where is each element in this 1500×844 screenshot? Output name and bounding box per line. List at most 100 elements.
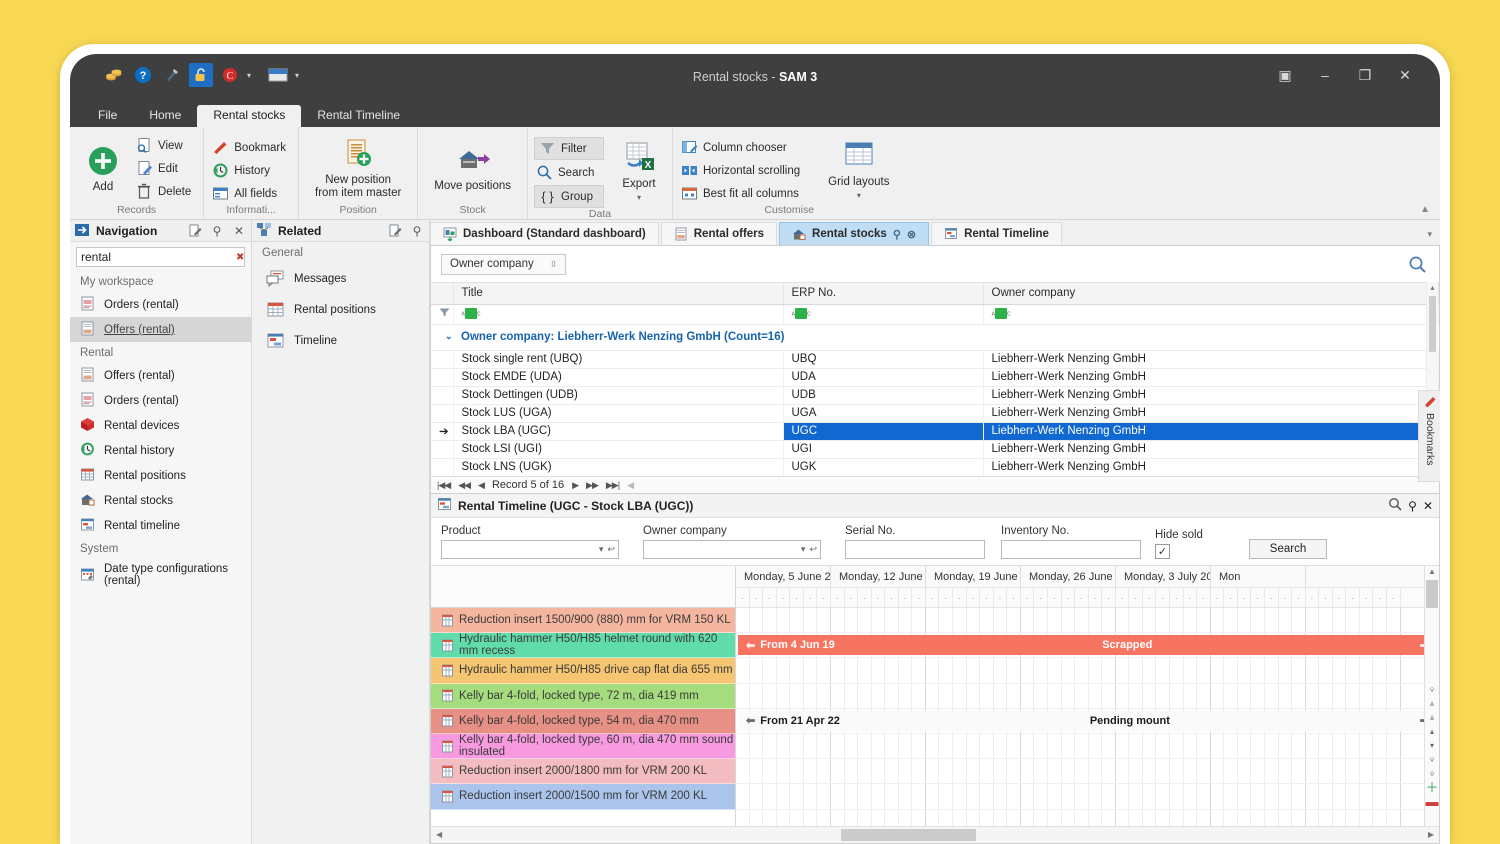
grid-group-row[interactable]: ⌄ Owner company: Liebherr-Werk Nenzing G… xyxy=(431,324,1439,350)
tab-overflow-icon[interactable]: ▾ xyxy=(1427,229,1432,240)
related-item-rental-positions[interactable]: Rental positions xyxy=(252,294,429,325)
hide-sold-checkbox[interactable]: ✓ xyxy=(1155,544,1170,559)
scroll-thumb[interactable] xyxy=(841,829,976,841)
table-row[interactable]: Stock LNS (UGK) UGK Liebherr-Werk Nenzin… xyxy=(431,458,1439,476)
timeline-pin-icon[interactable]: ⚲ xyxy=(1408,499,1417,513)
scroll-left-icon[interactable]: ◀ xyxy=(436,830,442,839)
last-record-icon[interactable]: ▶▶| xyxy=(606,480,619,491)
sidebar-item-orders-rental[interactable]: Orders (rental) xyxy=(70,388,251,413)
delete-button[interactable]: Delete xyxy=(134,181,197,202)
export-button[interactable]: X Export ▾ xyxy=(612,140,666,205)
sidebar-item-rental-devices[interactable]: Rental devices xyxy=(70,413,251,438)
sort-asc-icon[interactable]: ⇳ xyxy=(550,259,558,270)
tab-rental-stocks[interactable]: Rental stocks ⚲ ⊗ xyxy=(779,222,929,245)
list-item[interactable]: Kelly bar 4-fold, locked type, 54 m, dia… xyxy=(431,709,735,734)
grid-col-owner[interactable]: Owner company xyxy=(983,283,1439,304)
tab-rental-timeline[interactable]: Rental Timeline xyxy=(931,222,1062,245)
horizontal-scrolling-button[interactable]: Horizontal scrolling xyxy=(679,160,806,181)
new-position-from-item-master-button[interactable]: New position from item master xyxy=(305,136,411,201)
edit-button[interactable]: Edit xyxy=(134,158,197,179)
list-item[interactable]: Kelly bar 4-fold, locked type, 60 m, dia… xyxy=(431,734,735,759)
serial-no-input[interactable] xyxy=(845,540,985,559)
tab-rental-offers[interactable]: Rental offers xyxy=(661,222,777,245)
grid-col-title[interactable]: Title xyxy=(453,283,783,304)
zoom-out-icon[interactable]: ▬ xyxy=(1426,798,1439,806)
ribbon-tab-home[interactable]: Home xyxy=(133,105,197,127)
timeline-close-icon[interactable]: ✕ xyxy=(1423,499,1433,513)
timeline-search-icon[interactable] xyxy=(1388,497,1402,514)
chevron-down-icon[interactable]: ▾ xyxy=(801,544,806,555)
filter-cell-erp[interactable]: ᴀᴄ xyxy=(783,304,983,324)
maximize-icon[interactable]: ❐ xyxy=(1356,66,1374,84)
gantt-horizontal-scrollbar[interactable]: ◀ ▶ xyxy=(431,826,1439,843)
gantt-bar-pending-mount[interactable]: ⬅ From 21 Apr 22 Pending mount ➡ xyxy=(738,711,1437,731)
history-button[interactable]: History xyxy=(210,160,292,181)
related-edit-icon[interactable] xyxy=(387,223,403,239)
bar-left-arrow-icon[interactable]: ⬅ xyxy=(746,714,755,727)
zoom-level-2-icon[interactable]: ⩓ xyxy=(1430,700,1435,708)
table-row[interactable]: Stock Dettingen (UDB) UDB Liebherr-Werk … xyxy=(431,386,1439,404)
grid-layouts-button[interactable]: Grid layouts ▾ xyxy=(818,138,899,203)
filter-button[interactable]: Filter xyxy=(534,137,604,160)
zoom-in-icon[interactable]: ＋ xyxy=(1425,784,1438,792)
sidebar-item-rental-timeline[interactable]: Rental timeline xyxy=(70,513,251,538)
grid-hscroll-left-icon[interactable]: ◀ xyxy=(627,480,633,491)
related-item-messages[interactable]: Messages xyxy=(252,263,429,294)
scroll-up-icon[interactable]: ▲ xyxy=(1425,567,1439,576)
scroll-up-icon[interactable]: ▲ xyxy=(1427,282,1438,294)
zoom-level-6-icon[interactable]: ⩒ xyxy=(1430,756,1435,764)
best-fit-all-columns-button[interactable]: Best fit all columns xyxy=(679,183,806,204)
scroll-right-icon[interactable]: ▶ xyxy=(1428,830,1434,839)
sidebar-item-rental-history[interactable]: Rental history xyxy=(70,438,251,463)
related-item-timeline[interactable]: Timeline xyxy=(252,325,429,356)
table-row[interactable]: Stock LSI (UGI) UGI Liebherr-Werk Nenzin… xyxy=(431,440,1439,458)
filter-row-icon[interactable] xyxy=(431,304,453,324)
list-item[interactable]: Kelly bar 4-fold, locked type, 72 m, dia… xyxy=(431,684,735,709)
zoom-level-7-icon[interactable]: ⩒ xyxy=(1430,770,1435,778)
navigation-search[interactable]: ✖ xyxy=(76,247,245,267)
zoom-level-3-icon[interactable]: ⩓ xyxy=(1430,714,1435,722)
close-icon[interactable]: ✕ xyxy=(1396,66,1414,84)
group-chip-owner-company[interactable]: Owner company ⇳ xyxy=(441,254,566,275)
zoom-level-1-icon[interactable]: ⩒ xyxy=(1430,686,1435,694)
navigation-close-icon[interactable]: ✕ xyxy=(231,223,247,239)
product-combobox[interactable]: ▾ ↩ xyxy=(441,540,619,559)
bookmark-button[interactable]: Bookmark xyxy=(210,137,292,158)
restore-down-icon[interactable]: ▣ xyxy=(1276,66,1294,84)
table-row[interactable]: Stock single rent (UBQ) UBQ Liebherr-Wer… xyxy=(431,350,1439,368)
table-row[interactable]: Stock EMDE (UDA) UDA Liebherr-Werk Nenzi… xyxy=(431,368,1439,386)
tab-close-icon[interactable]: ⊗ xyxy=(907,228,916,241)
zoom-level-4-icon[interactable]: ▴ xyxy=(1430,728,1434,736)
minimize-icon[interactable]: – xyxy=(1316,66,1334,84)
group-expand-icon[interactable]: ⌄ xyxy=(445,331,453,342)
bookmarks-tab[interactable]: Bookmarks xyxy=(1418,390,1440,482)
sidebar-item-rental-positions[interactable]: Rental positions xyxy=(70,463,251,488)
scroll-thumb[interactable] xyxy=(1429,296,1436,352)
ribbon-tab-rental-stocks[interactable]: Rental stocks xyxy=(197,105,301,127)
ribbon-collapse-icon[interactable]: ▲ xyxy=(1420,204,1430,215)
list-item[interactable]: Reduction insert 2000/1500 mm for VRM 20… xyxy=(431,784,735,809)
related-pin-icon[interactable]: ⚲ xyxy=(409,223,425,239)
export-dropdown-icon[interactable]: ▾ xyxy=(637,191,641,204)
owner-company-combobox[interactable]: ▾ ↩ xyxy=(643,540,821,559)
move-positions-button[interactable]: Move positions xyxy=(424,142,521,194)
column-chooser-button[interactable]: Column chooser xyxy=(679,137,806,158)
gantt-bar-scrapped[interactable]: ⬅ From 4 Jun 19 Scrapped ➡ xyxy=(738,635,1437,655)
table-row-selected[interactable]: ➔ Stock LBA (UGC) UGC Liebherr-Werk Nenz… xyxy=(431,422,1439,440)
sidebar-item-orders-rental-ws[interactable]: Orders (rental) xyxy=(70,292,251,317)
next-page-icon[interactable]: ▶▶ xyxy=(586,480,598,491)
tab-pin-icon[interactable]: ⚲ xyxy=(893,228,901,241)
grid-layouts-dropdown-icon[interactable]: ▾ xyxy=(857,189,861,202)
group-button[interactable]: { } Group xyxy=(534,185,604,208)
sidebar-item-offers-rental[interactable]: Offers (rental) xyxy=(70,363,251,388)
navigation-pin-icon[interactable]: ⚲ xyxy=(209,223,225,239)
sidebar-item-date-type-configurations[interactable]: Date type configurations (rental) xyxy=(70,559,251,591)
search-button[interactable]: Search xyxy=(534,162,604,183)
view-button[interactable]: View xyxy=(134,135,197,156)
add-button[interactable]: Add xyxy=(76,143,130,195)
grid-col-erp[interactable]: ERP No. xyxy=(783,283,983,304)
list-item[interactable]: Hydraulic hammer H50/H85 helmet round wi… xyxy=(431,633,735,658)
navigation-edit-icon[interactable] xyxy=(187,223,203,239)
table-row[interactable]: Stock LUS (UGA) UGA Liebherr-Werk Nenzin… xyxy=(431,404,1439,422)
chevron-down-icon[interactable]: ▾ xyxy=(599,544,604,555)
